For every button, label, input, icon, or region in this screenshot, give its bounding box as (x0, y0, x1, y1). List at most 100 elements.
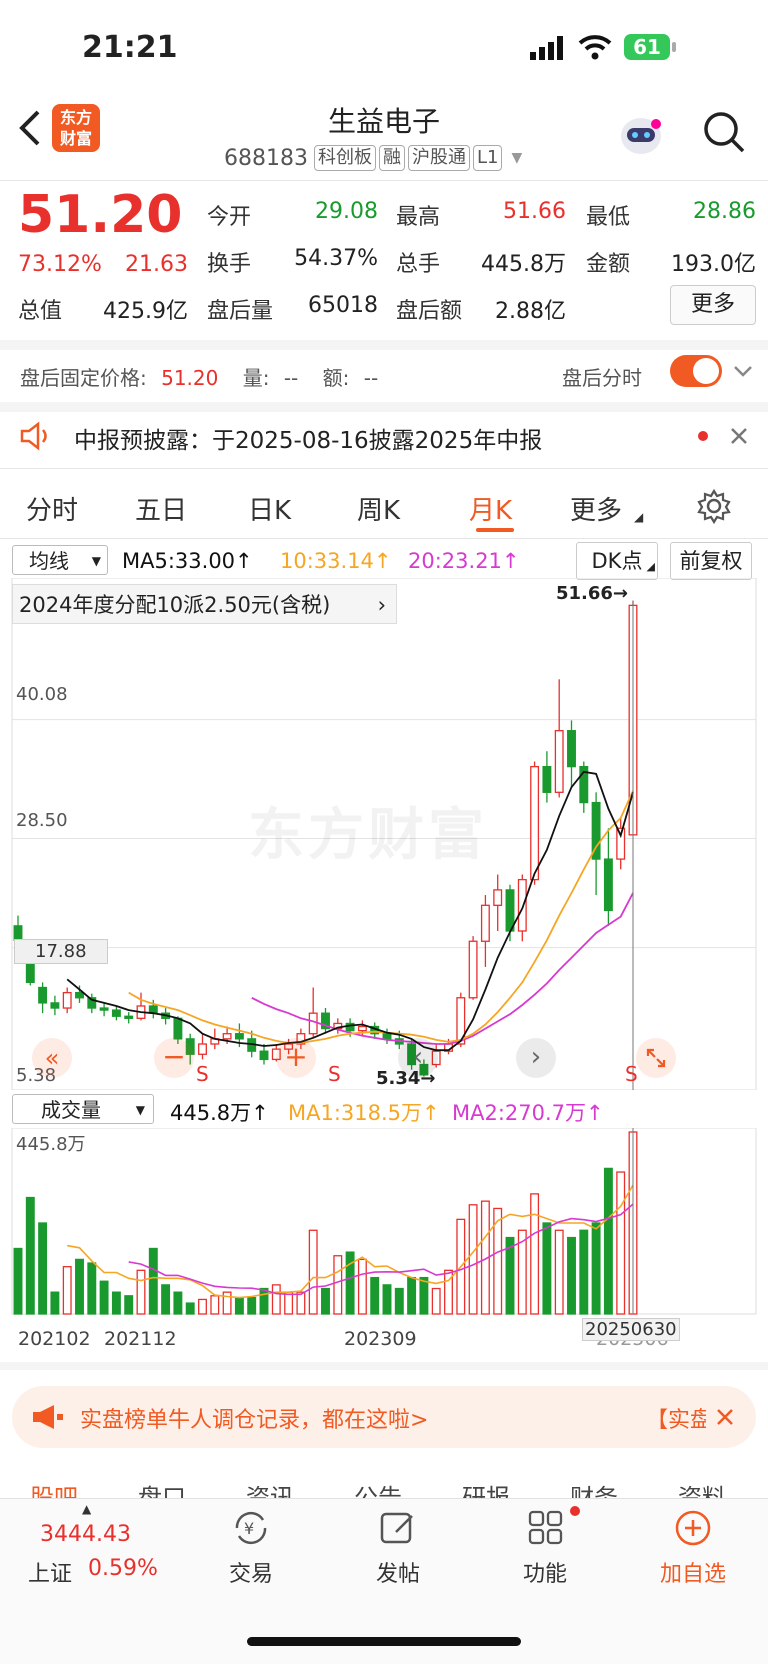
battery-level: 61 (633, 35, 661, 59)
ma-selector-label: 均线 (29, 549, 69, 573)
candle-body (124, 1015, 134, 1019)
volume-selector[interactable]: 成交量 ▼ (12, 1094, 154, 1124)
volume-bar (431, 1287, 441, 1315)
tag-star-market: 科创板 (313, 145, 376, 171)
candle-body (530, 765, 540, 881)
tab-financials[interactable]: 财务 (570, 1478, 618, 1500)
tab-announcements[interactable]: 公告 (354, 1478, 402, 1500)
max-price-label: 51.66→ (556, 583, 629, 604)
watermark: 东方财富 (248, 803, 488, 868)
candle-body (111, 1009, 121, 1017)
tab-more[interactable]: 更多 (570, 490, 622, 527)
candle-body (308, 1012, 318, 1035)
tab-profile[interactable]: 资料 (678, 1478, 726, 1500)
volume-bar (579, 1229, 589, 1315)
bottom-tabs-strip: 股吧 盘口 资讯 公告 研报 财务 资料 (0, 1470, 768, 1500)
dropdown-icon: ▼ (91, 554, 101, 568)
after-hours-toggle[interactable] (670, 355, 722, 387)
after-hours-vol-label: 量: (242, 366, 270, 390)
candle-body (259, 1050, 269, 1061)
robot-assistant-icon[interactable] (616, 112, 666, 162)
candle-body (222, 1033, 232, 1040)
candle-body (198, 1043, 207, 1055)
volume-bar (554, 1229, 564, 1315)
volume-bar (99, 1280, 109, 1315)
ma-selector[interactable]: 均线 ▼ (12, 545, 108, 575)
market-cap-value: 425.9亿 (103, 299, 188, 324)
volume-bar (247, 1296, 257, 1315)
tab-forum[interactable]: 股吧 (30, 1478, 78, 1500)
volume-bar (345, 1251, 355, 1315)
volume-bar (542, 1222, 552, 1315)
ma5-value: MA5:33.00↑ (122, 549, 253, 573)
tag-level: L1 (472, 145, 503, 171)
zoom-in-icon[interactable]: + (276, 1038, 316, 1078)
nav-functions[interactable]: 功能 (495, 1556, 595, 1588)
dividend-text: 2024年度分配10派2.50元(含税) (19, 593, 331, 617)
date-label: 202112 (104, 1328, 177, 1350)
price-level-1: 40.08 (16, 684, 68, 705)
market-cap-label: 总值 (18, 299, 63, 324)
volume-bar (308, 1229, 318, 1315)
volume-bar (111, 1291, 121, 1315)
scroll-left-fast-icon[interactable]: « (32, 1038, 72, 1078)
tab-order-book[interactable]: 盘口 (138, 1478, 186, 1500)
stock-code-row[interactable]: 688183 科创板 融 沪股通 L1 ▼ (224, 145, 522, 171)
close-icon[interactable] (728, 425, 750, 451)
nav-trade[interactable]: 交易 (201, 1556, 301, 1588)
trade-icon[interactable]: ¥ (229, 1508, 273, 1552)
volume-bar (198, 1298, 207, 1315)
fullscreen-icon[interactable] (636, 1038, 676, 1078)
candle-body (567, 730, 576, 768)
index-name: 上证 (28, 1562, 73, 1587)
tab-research[interactable]: 研报 (462, 1478, 510, 1500)
scroll-right-icon[interactable]: › (516, 1038, 556, 1078)
volume-bar (87, 1262, 97, 1315)
functions-icon[interactable] (526, 1508, 566, 1552)
ma10-value: 10:33.14↑ (280, 549, 392, 573)
volume-chart[interactable] (0, 1128, 768, 1320)
tab-intraday[interactable]: 分时 (26, 490, 78, 527)
low-label: 最低 (586, 205, 631, 230)
amount-label: 金额 (586, 252, 631, 277)
more-button[interactable]: 更多 (670, 285, 756, 325)
chevron-down-icon[interactable] (732, 360, 754, 386)
speaker-icon (18, 420, 54, 456)
volume-bar (185, 1302, 195, 1315)
add-watchlist-icon[interactable] (673, 1508, 713, 1552)
tab-weekly-k[interactable]: 周K (357, 490, 400, 527)
index-value[interactable]: 3444.43 (40, 1522, 131, 1547)
after-hours-row: 盘后固定价格: 51.20 量: -- 额: -- (20, 362, 378, 391)
promo-banner[interactable]: 实盘榜单牛人调仓记录，都在这啦> 【实盘 (12, 1386, 756, 1448)
tab-five-day[interactable]: 五日 (135, 490, 187, 527)
candle-body (50, 1002, 60, 1009)
candle-body (517, 878, 527, 932)
notice-text[interactable]: 中报预披露：于2025-08-16披露2025年中报 (74, 421, 542, 455)
price-adjust-button[interactable]: 前复权 (670, 542, 752, 580)
candle-body (75, 991, 84, 999)
tab-daily-k[interactable]: 日K (248, 490, 291, 527)
volume-bar (382, 1284, 392, 1315)
volume-bar (13, 1247, 23, 1315)
scroll-left-icon[interactable]: ‹ (398, 1038, 438, 1078)
gear-icon[interactable] (696, 488, 732, 528)
volume-bar (75, 1258, 84, 1315)
nav-add-watchlist[interactable]: 加自选 (643, 1556, 743, 1588)
dropdown-icon: ▼ (135, 1103, 145, 1117)
chevron-right-icon: › (377, 593, 386, 617)
tab-news[interactable]: 资讯 (246, 1478, 294, 1500)
dividend-banner[interactable]: 2024年度分配10派2.50元(含税) › (12, 584, 397, 624)
volume-bar (616, 1171, 626, 1315)
zoom-out-icon[interactable]: − (154, 1038, 194, 1078)
open-value: 29.08 (315, 199, 378, 224)
close-icon[interactable] (714, 1406, 736, 1432)
high-value: 51.66 (503, 199, 566, 224)
dk-point-button[interactable]: DK点 ◢ (576, 542, 658, 580)
post-icon[interactable] (378, 1508, 418, 1552)
tab-monthly-k[interactable]: 月K (469, 490, 512, 527)
volume-bar (370, 1276, 380, 1315)
nav-post[interactable]: 发帖 (348, 1556, 448, 1588)
search-icon[interactable] (702, 110, 746, 158)
after-hours-price-label: 盘后固定价格: (20, 366, 147, 390)
after-hours-volume-label: 盘后量 (207, 299, 274, 324)
